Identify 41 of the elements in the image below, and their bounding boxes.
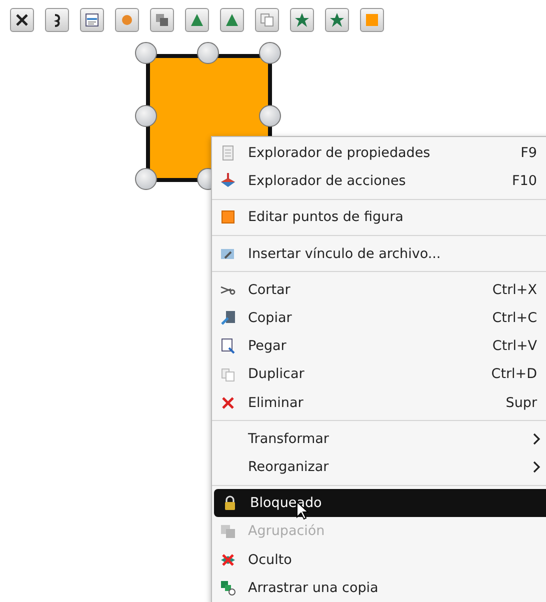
lock-icon bbox=[222, 495, 238, 512]
pages-icon bbox=[220, 366, 236, 382]
menu-item[interactable]: Duplicar Ctrl+D bbox=[212, 360, 546, 388]
paste-icon bbox=[220, 338, 236, 354]
resize-handle[interactable] bbox=[135, 168, 157, 190]
menu-item[interactable]: Eliminar Supr bbox=[212, 388, 546, 417]
square-icon bbox=[364, 12, 380, 28]
square-icon bbox=[220, 209, 236, 226]
layers-icon bbox=[220, 523, 236, 540]
menu-item[interactable]: Arrastrar una copia bbox=[212, 574, 546, 602]
menu-item[interactable]: Explorador de propiedades F9 bbox=[212, 139, 546, 168]
menu-item[interactable]: Transformar bbox=[212, 424, 546, 453]
triangle-icon bbox=[189, 12, 205, 28]
menu-item[interactable]: Copiar Ctrl+C bbox=[212, 304, 546, 332]
list-icon bbox=[84, 12, 100, 28]
resize-handle[interactable] bbox=[135, 105, 157, 127]
menu-item[interactable]: Oculto bbox=[212, 545, 546, 574]
menu-item[interactable]: Explorador de acciones F10 bbox=[212, 167, 546, 196]
menu-item[interactable]: Pegar Ctrl+V bbox=[212, 332, 546, 360]
pages-icon bbox=[259, 12, 275, 28]
star-icon bbox=[329, 12, 345, 28]
menu-item[interactable]: Reorganizar bbox=[212, 452, 546, 482]
menu-item[interactable]: Insertar vínculo de archivo... bbox=[212, 240, 546, 268]
menu-item[interactable]: Cortar Ctrl+X bbox=[212, 276, 546, 304]
toolbar-button[interactable] bbox=[45, 8, 69, 32]
document-icon bbox=[220, 145, 236, 162]
star-icon bbox=[294, 12, 310, 28]
resize-handle[interactable] bbox=[197, 42, 219, 64]
triangle-icon bbox=[224, 12, 240, 28]
resize-handle[interactable] bbox=[135, 42, 157, 64]
menu-item[interactable]: Editar puntos de figura bbox=[212, 203, 546, 232]
toolbar-button[interactable] bbox=[80, 8, 104, 32]
resize-handle[interactable] bbox=[259, 42, 281, 64]
hidden-icon bbox=[220, 552, 236, 568]
menu-item[interactable]: Bloqueado bbox=[214, 489, 546, 518]
drag-icon bbox=[220, 580, 236, 596]
spinning-top-icon bbox=[220, 173, 236, 190]
toolbar-button[interactable] bbox=[10, 8, 34, 32]
copy-icon bbox=[220, 310, 236, 326]
delete-icon bbox=[220, 394, 236, 411]
layers-icon bbox=[154, 12, 170, 28]
